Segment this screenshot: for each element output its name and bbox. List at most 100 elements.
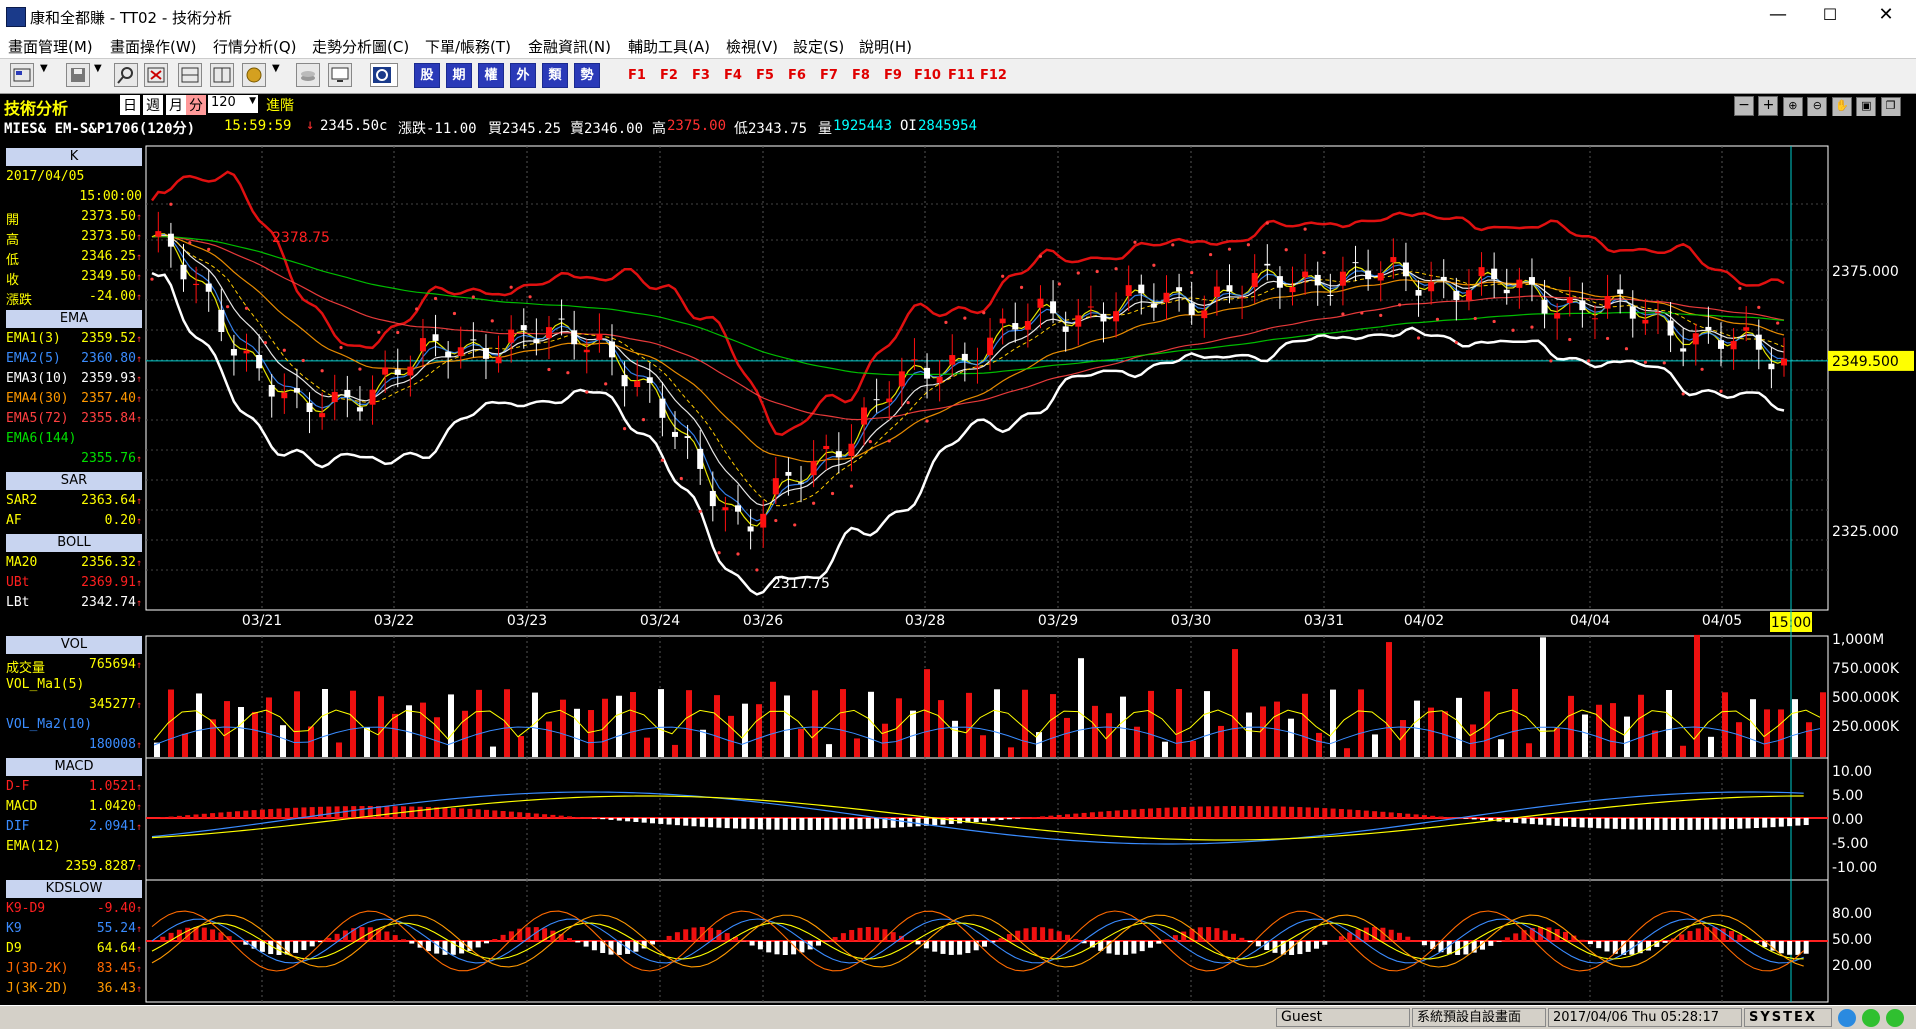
cursor-time-box [1770,612,1812,632]
plus-icon[interactable]: + [1758,96,1778,116]
k-3-row: 收2349.50↑ [6,268,142,287]
coin-dropdown-icon[interactable]: ▼ [272,63,286,87]
volume-bar [1484,692,1490,757]
volume-bar [910,711,916,757]
logo-icon[interactable] [370,63,398,87]
hand-icon[interactable]: ✋ [1832,97,1852,117]
menu-screen-operate[interactable]: 畫面操作(W) [110,36,197,57]
macd-bar [1181,807,1186,818]
f2-button[interactable]: F2 [660,68,678,83]
menu-trend-chart[interactable]: 走勢分析圖(C) [312,36,409,57]
category-button[interactable]: 類 [542,63,568,88]
f3-button[interactable]: F3 [692,68,710,83]
kd-title: KDSLOW [6,880,142,898]
kd-0-row: K9-D9-9.40↑ [6,900,142,919]
foreign-button[interactable]: 外 [510,63,536,88]
price-chart[interactable]: 03/2103/2203/2303/2403/2603/2803/2903/30… [0,0,1916,1005]
coin-icon[interactable] [242,63,266,87]
macd-bar [1306,807,1311,818]
f9-button[interactable]: F9 [884,68,902,83]
save-chart-icon[interactable]: ▣ [1856,97,1876,117]
kd-bar [1721,929,1726,941]
minus-icon[interactable]: − [1734,96,1754,116]
candle-body [1302,272,1308,278]
macd-1-label: MACD [6,799,37,814]
menu-quote-analysis[interactable]: 行情分析(Q) [213,36,297,57]
candle-body [1390,257,1396,262]
maximize-button[interactable]: ☐ [1808,4,1852,28]
title-bar: 康和全都賺 - TT02 - 技術分析 — ☐ ✕ [0,0,1916,32]
f6-button[interactable]: F6 [788,68,806,83]
f11-button[interactable]: F11 [948,68,975,83]
volume-bar [658,689,664,757]
sar-dot [699,510,702,513]
f8-button[interactable]: F8 [852,68,870,83]
close-window-icon[interactable] [144,63,168,87]
advanced-button[interactable]: 進階 [266,95,294,115]
zoom-in-icon[interactable]: ⊕ [1783,97,1803,117]
menu-settings[interactable]: 設定(S) [793,36,844,57]
zoom-out-icon[interactable]: ⊖ [1807,97,1827,117]
stock-button[interactable]: 股 [414,63,440,88]
volume-bar [1330,690,1336,757]
tab-minute[interactable]: 分 [186,95,206,115]
menu-help[interactable]: 說明(H) [859,36,912,57]
volume-bar [154,743,160,757]
window-icon[interactable]: ❐ [1881,97,1901,117]
monitor-icon[interactable] [328,63,352,87]
split-horizontal-icon[interactable] [178,63,202,87]
layout-icon[interactable] [10,63,34,87]
kd-bar [293,941,298,953]
sar-dot [907,401,910,404]
macd-title: MACD [6,758,142,776]
kd-bar [1248,941,1253,942]
stack-icon[interactable] [296,63,320,87]
candle-body [924,368,930,379]
vol-0-row: 成交量765694↑ [6,656,142,675]
futures-button[interactable]: 期 [446,63,472,88]
save-icon[interactable] [66,63,90,87]
vol-4-value: 180008↑ [89,737,142,752]
volume-bar [1694,635,1700,757]
close-button[interactable]: ✕ [1864,4,1908,28]
macd-bar [1480,818,1485,820]
f10-button[interactable]: F10 [914,68,941,83]
kd-bar [426,941,431,951]
save-dropdown-icon[interactable]: ▼ [94,63,108,87]
kd-bar [783,941,788,955]
macd-bar [1331,809,1336,818]
f12-button[interactable]: F12 [980,68,1007,83]
macd-2-row: DIF2.0941↑ [6,818,142,837]
layout-dropdown-icon[interactable]: ▼ [40,63,54,87]
menu-order-account[interactable]: 下單/帳務(T) [425,36,511,57]
tab-month[interactable]: 月 [166,95,186,115]
candle-body [244,351,250,354]
candle-body [1252,273,1258,287]
kd-bar [243,941,248,945]
split-vertical-icon[interactable] [210,63,234,87]
f5-button[interactable]: F5 [756,68,774,83]
menu-view[interactable]: 檢視(V) [726,36,778,57]
kd-bar [575,941,580,942]
sar-0-label: SAR2 [6,493,37,508]
vol-value: 1925443 [833,118,892,134]
search-icon[interactable] [114,63,138,87]
period-select[interactable]: 120▼ [208,95,258,113]
f1-button[interactable]: F1 [628,68,646,83]
f4-button[interactable]: F4 [724,68,742,83]
trend-button[interactable]: 勢 [574,63,600,88]
kd-bar [683,929,688,941]
tab-day[interactable]: 日 [120,95,140,115]
macd-bar [1339,809,1344,818]
tab-week[interactable]: 週 [143,95,163,115]
menu-finance-info[interactable]: 金融資訊(N) [528,36,611,57]
candle-body [1378,273,1384,281]
options-button[interactable]: 權 [478,63,504,88]
menu-screen-manage[interactable]: 畫面管理(M) [8,36,93,57]
f7-button[interactable]: F7 [820,68,838,83]
volume-bar [252,712,258,757]
minimize-button[interactable]: — [1756,4,1800,28]
menu-tools[interactable]: 輔助工具(A) [628,36,710,57]
volume-bar [406,705,412,757]
macd-bar [708,818,713,827]
